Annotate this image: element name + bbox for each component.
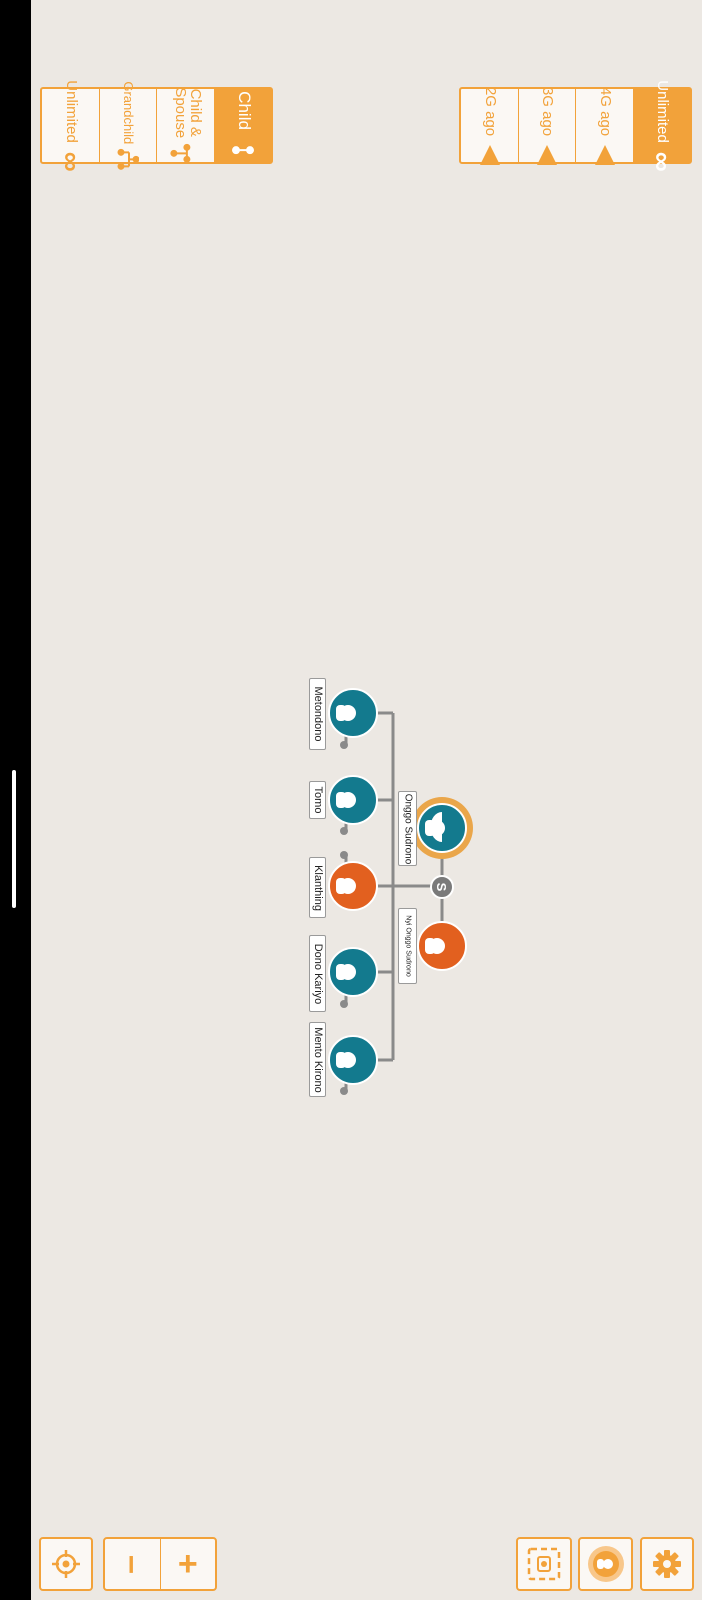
- zoom-in-button[interactable]: +: [159, 1539, 216, 1589]
- name-label-mento-kirono[interactable]: Mento Kirono: [309, 1022, 326, 1097]
- name-label-nyi-onggo-sudrono[interactable]: Nyi Onggo Sudrono: [398, 908, 417, 984]
- person-nyi-onggo-sudrono[interactable]: [417, 921, 467, 971]
- expand-dot: [340, 851, 348, 859]
- person-onggo-sudrono[interactable]: [411, 797, 473, 859]
- focus-person-button[interactable]: [578, 1537, 633, 1591]
- expand-dot: [340, 827, 348, 835]
- person-silhouette-icon: [336, 1052, 356, 1068]
- person-focus-icon: [587, 1546, 624, 1582]
- settings-button[interactable]: [640, 1537, 694, 1591]
- zoom-controls: – +: [103, 1537, 217, 1591]
- name-label-metondono[interactable]: Metondono: [309, 678, 326, 750]
- frame-capture-icon: [527, 1547, 561, 1581]
- person-silhouette-icon: [336, 878, 356, 894]
- screenshot-button[interactable]: [516, 1537, 572, 1591]
- recenter-button[interactable]: [39, 1537, 93, 1591]
- person-mento-kirono[interactable]: [328, 1035, 378, 1085]
- expand-dot: [340, 741, 348, 749]
- spouse-badge-label: S: [434, 883, 449, 892]
- zoom-in-label: +: [177, 1544, 198, 1583]
- name-label-klanthing[interactable]: Klanthing: [309, 857, 326, 918]
- name-label-onggo-sudrono[interactable]: Onggo Sudrono: [398, 791, 417, 866]
- zoom-out-button[interactable]: –: [105, 1539, 160, 1589]
- person-tomo[interactable]: [328, 775, 378, 825]
- name-label-dono-kariyo[interactable]: Dono Kariyo: [309, 935, 326, 1012]
- zoom-out-label: –: [113, 1554, 152, 1574]
- person-silhouette-icon: [425, 938, 445, 954]
- spouse-badge[interactable]: S: [430, 875, 454, 899]
- person-silhouette-icon: [336, 705, 356, 721]
- name-label-tomo[interactable]: Tomo: [309, 781, 326, 819]
- person-silhouette-icon: [336, 964, 356, 980]
- person-metondono[interactable]: [328, 688, 378, 738]
- person-silhouette-icon: [336, 792, 356, 808]
- person-klanthing[interactable]: [328, 861, 378, 911]
- gear-icon: [653, 1550, 681, 1578]
- expand-dot: [340, 1000, 348, 1008]
- crosshair-icon: [52, 1550, 80, 1578]
- expand-dot: [340, 1087, 348, 1095]
- person-dono-kariyo[interactable]: [328, 947, 378, 997]
- family-tree: S: [328, 688, 473, 1095]
